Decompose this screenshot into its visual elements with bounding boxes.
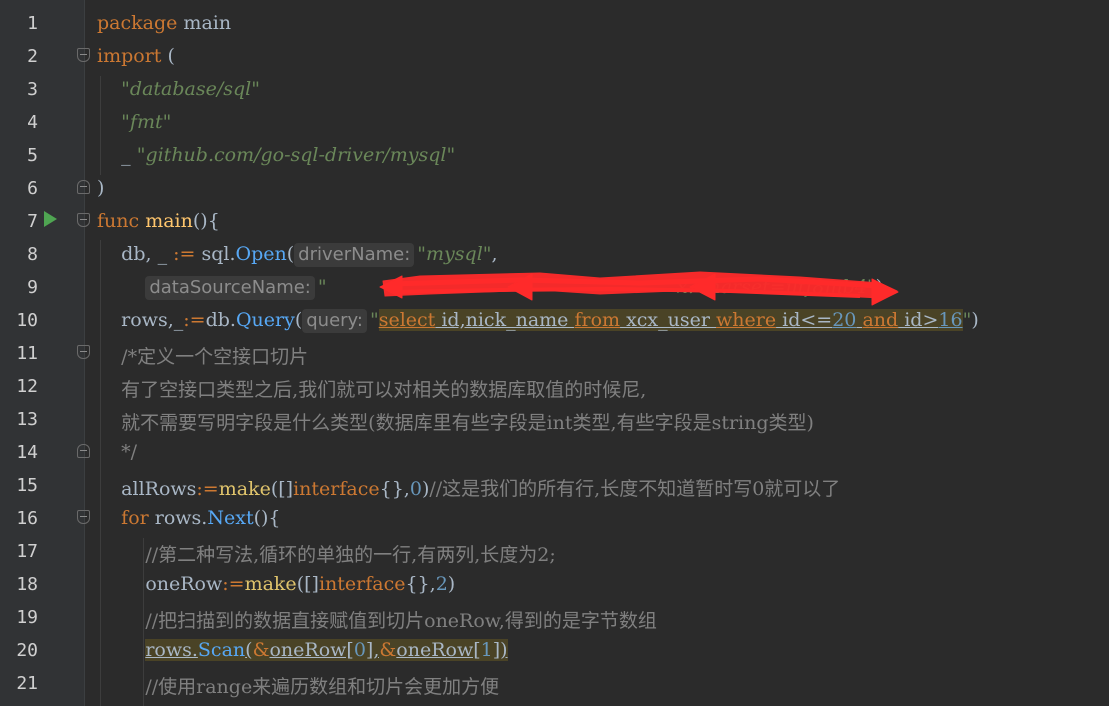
redaction-scribble — [379, 271, 899, 306]
code-editor[interactable]: 1 package main 2 import (3 "database/sql" 4 … — [0, 0, 1109, 706]
